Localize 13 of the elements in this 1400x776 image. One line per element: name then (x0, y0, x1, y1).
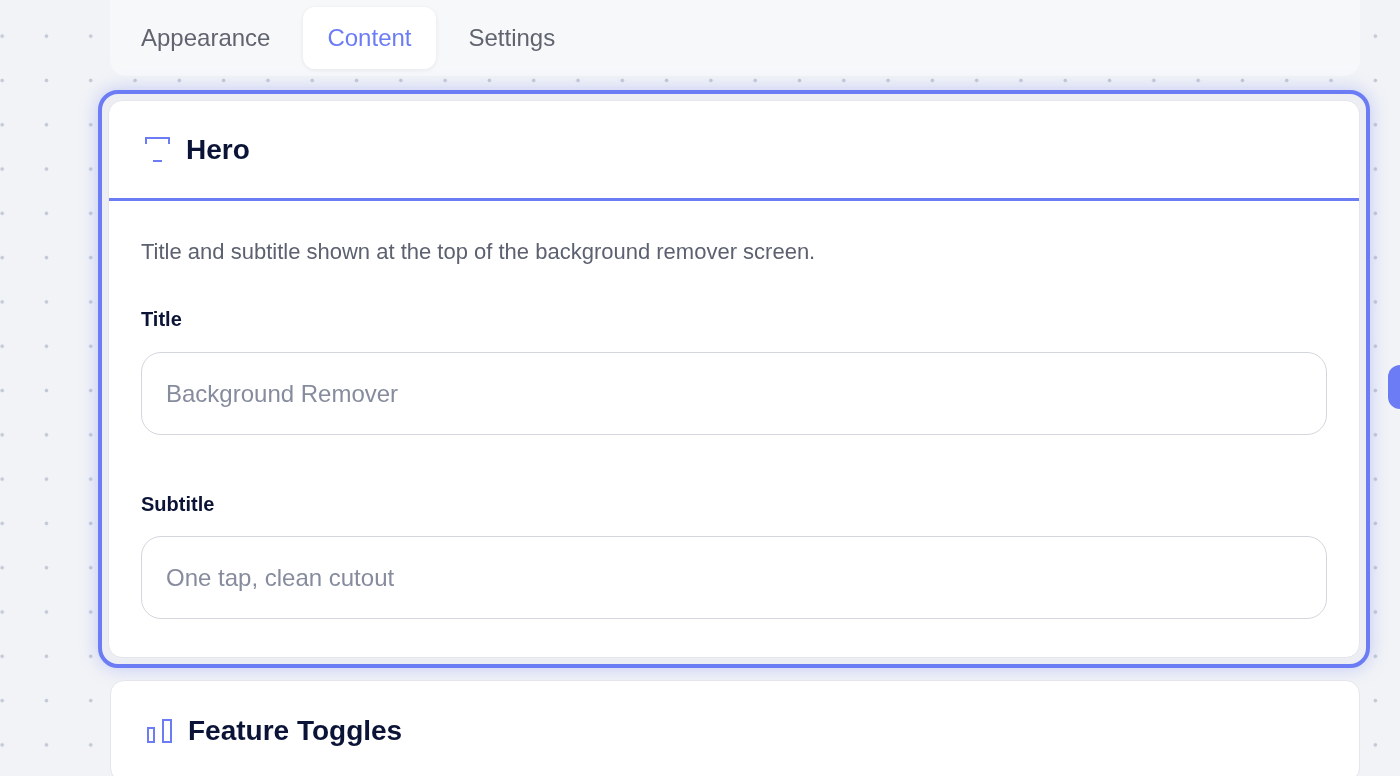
tab[interactable]: Appearance (117, 7, 295, 69)
field-label: Title (141, 307, 182, 332)
tab[interactable]: Settings (444, 7, 580, 69)
text-field[interactable]: One tap, clean cutout (141, 536, 1327, 619)
tab[interactable]: Content (303, 7, 436, 69)
bars-icon (147, 718, 172, 743)
bracket-icon (145, 137, 170, 162)
field-label: Subtitle (141, 492, 215, 517)
section-title: Hero (186, 132, 250, 167)
section-description: Title and subtitle shown at the top of the background remover screen. (141, 238, 817, 266)
section-title: Feature Toggles (188, 713, 403, 748)
floating-button[interactable] (1388, 365, 1400, 409)
text-field[interactable]: Background Remover (141, 352, 1327, 435)
